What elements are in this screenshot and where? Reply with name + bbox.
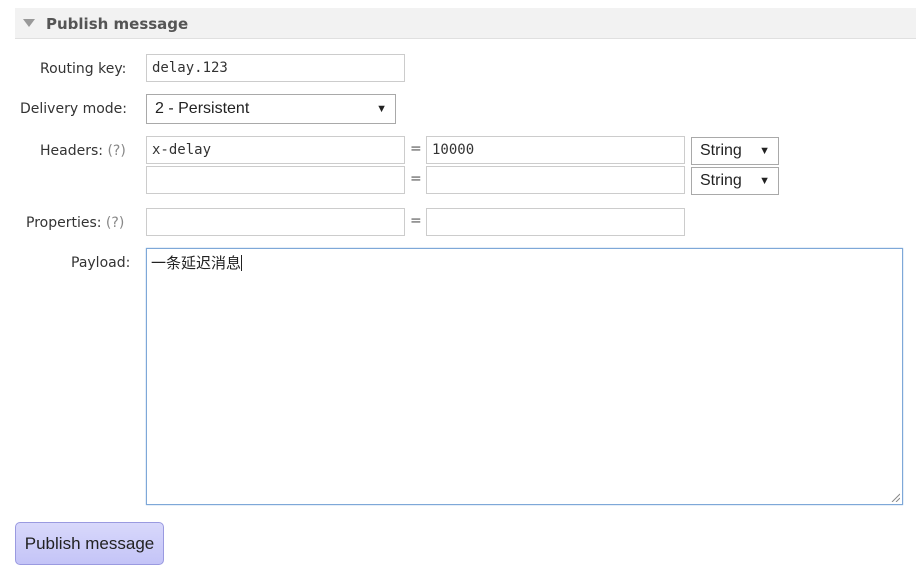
properties-label: Properties: (?): [26, 215, 124, 231]
text-cursor: [241, 255, 243, 271]
payload-textarea[interactable]: 一条延迟消息: [146, 248, 903, 505]
headers-label-text: Headers:: [40, 143, 103, 159]
routing-key-input[interactable]: delay.123: [146, 54, 405, 82]
publish-message-button[interactable]: Publish message: [15, 522, 164, 565]
dropdown-arrow-icon: ▼: [759, 175, 770, 187]
header-value-input[interactable]: 10000: [426, 136, 685, 164]
delivery-mode-label: Delivery mode:: [20, 101, 127, 117]
header-key-value: x-delay: [152, 142, 212, 158]
header-value-value: 10000: [432, 142, 475, 158]
properties-help-link[interactable]: (?): [106, 215, 124, 231]
routing-key-value: delay.123: [152, 60, 228, 76]
section-title: Publish message: [46, 15, 189, 33]
header-key-input[interactable]: [146, 166, 405, 194]
publish-message-section-header[interactable]: Publish message: [15, 8, 916, 39]
equals-sign: =: [410, 141, 422, 157]
triangle-down-icon[interactable]: [23, 19, 35, 27]
routing-key-label: Routing key:: [40, 61, 127, 77]
dropdown-arrow-icon: ▼: [376, 103, 387, 115]
header-value-input[interactable]: [426, 166, 685, 194]
property-value-input[interactable]: [426, 208, 685, 236]
property-key-input[interactable]: [146, 208, 405, 236]
properties-label-text: Properties:: [26, 215, 102, 231]
header-key-input[interactable]: x-delay: [146, 136, 405, 164]
headers-help-link[interactable]: (?): [107, 143, 125, 159]
header-type-selected: String: [700, 142, 742, 159]
header-type-selected: String: [700, 172, 742, 189]
header-type-select[interactable]: String ▼: [691, 167, 779, 195]
delivery-mode-select[interactable]: 2 - Persistent ▼: [146, 94, 396, 124]
dropdown-arrow-icon: ▼: [759, 145, 770, 157]
header-type-select[interactable]: String ▼: [691, 137, 779, 165]
headers-label: Headers: (?): [40, 143, 126, 159]
resize-handle-icon[interactable]: [890, 492, 900, 502]
payload-label: Payload:: [71, 255, 131, 271]
equals-sign: =: [410, 213, 422, 229]
equals-sign: =: [410, 171, 422, 187]
delivery-mode-selected: 2 - Persistent: [155, 100, 250, 117]
payload-text: 一条延迟消息: [151, 254, 242, 272]
